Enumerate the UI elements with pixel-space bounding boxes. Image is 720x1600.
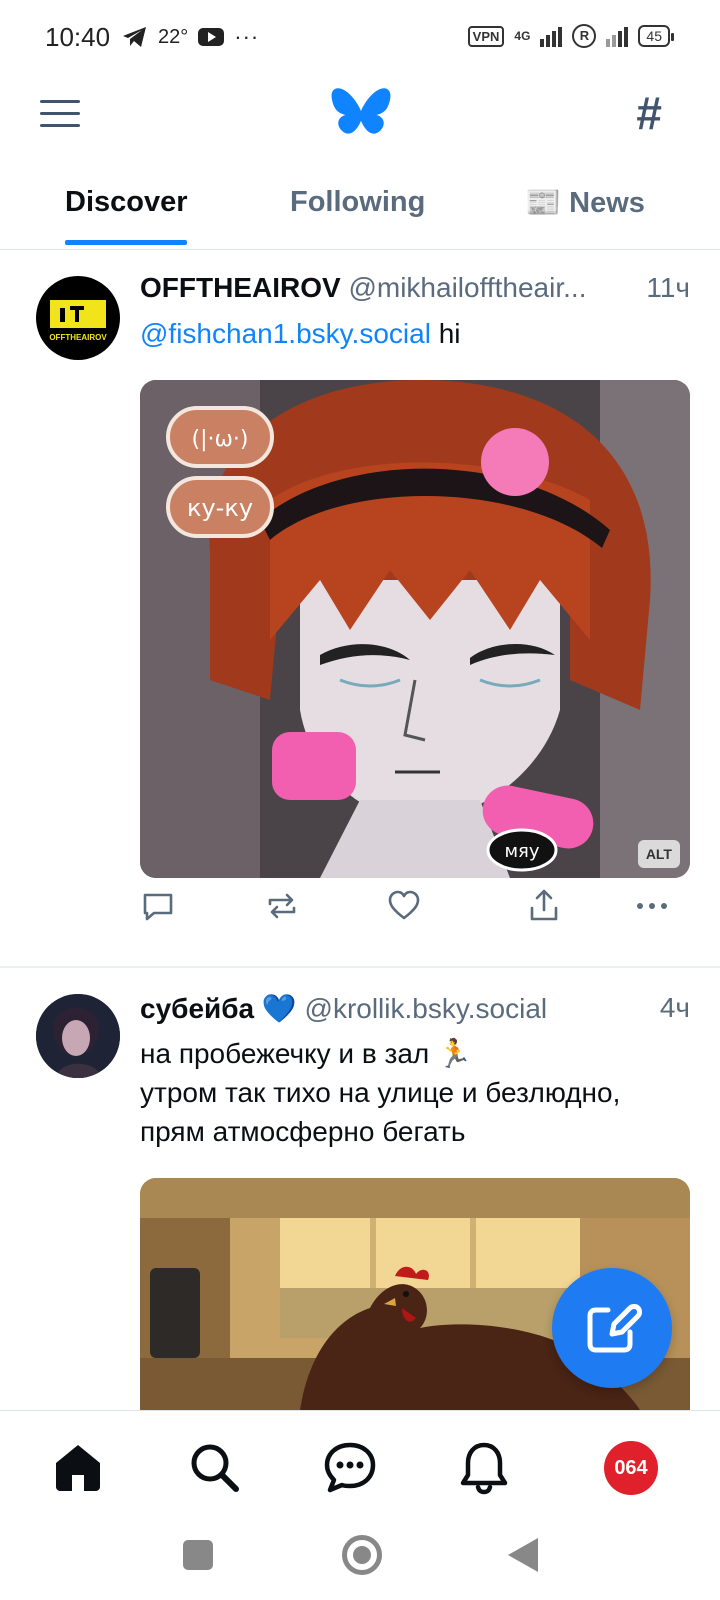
post-text-line: утром так тихо на улице и безлюдно, <box>140 1077 621 1108</box>
share-icon[interactable] <box>526 888 562 924</box>
network-type: 4G <box>514 29 531 43</box>
user-handle[interactable]: @mikhailofftheair... <box>348 272 586 303</box>
status-left-icons: 22° ··· <box>122 24 259 50</box>
search-icon[interactable] <box>186 1439 242 1495</box>
like-icon[interactable] <box>386 888 422 924</box>
tab-news[interactable]: 📰 News <box>525 186 645 220</box>
signal-icon-2 <box>606 25 629 47</box>
back-button[interactable] <box>508 1538 538 1572</box>
reply-icon[interactable] <box>140 888 176 924</box>
status-right-icons: VPN 4G R 45 <box>467 24 674 48</box>
post-divider <box>0 966 720 968</box>
user-handle[interactable]: @krollik.bsky.social <box>305 993 548 1024</box>
compose-button[interactable] <box>552 1268 672 1388</box>
sticker-text: мяу <box>504 841 539 862</box>
post-text: на пробежечку и в зал 🏃 утром так тихо н… <box>140 1034 690 1151</box>
mention-link[interactable]: @fishchan1.bsky.social <box>140 318 431 349</box>
avatar[interactable] <box>36 994 120 1078</box>
roaming-icon: R <box>572 24 597 48</box>
status-time: 10:40 <box>45 22 111 52</box>
display-name[interactable]: субейба 💙 <box>140 993 297 1024</box>
avatar[interactable]: OFFTHEAIROV <box>36 276 120 360</box>
recents-button[interactable] <box>183 1540 213 1570</box>
post-header: OFFTHEAIROV @mikhailofftheair... <box>140 272 690 312</box>
weather-temperature: 22° <box>158 25 189 48</box>
repost-icon[interactable] <box>264 888 300 924</box>
status-bar: 10:40 22° ··· VPN 4G R 45 <box>0 0 720 78</box>
chat-icon[interactable] <box>322 1439 378 1495</box>
hamburger-menu-icon[interactable] <box>38 94 82 134</box>
avatar-logo-text: OFFTHEAIROV <box>49 333 107 342</box>
home-button[interactable] <box>342 1535 382 1575</box>
anime-girl-image: (|·ω·) ку-ку мяу <box>140 380 690 878</box>
youtube-icon <box>198 28 225 46</box>
home-icon[interactable] <box>50 1439 106 1495</box>
post-header: субейба 💙 @krollik.bsky.social <box>140 992 690 1032</box>
post-image[interactable]: (|·ω·) ку-ку мяу ALT <box>140 380 690 878</box>
display-name[interactable]: OFFTHEAIROV <box>140 272 341 303</box>
butterfly-logo-icon <box>331 88 391 134</box>
sticker-text: (|·ω·) <box>192 427 249 452</box>
sticker-text: ку-ку <box>187 494 253 522</box>
feed-tabs: Discover Following 📰 News <box>0 166 720 250</box>
profile-avatar[interactable]: 064 <box>604 1441 658 1495</box>
feed-post[interactable]: OFFTHEAIROV OFFTHEAIROV @mikhailofftheai… <box>0 252 720 964</box>
post-time[interactable]: 4ч <box>660 992 690 1024</box>
tab-discover[interactable]: Discover <box>65 186 188 219</box>
bell-icon[interactable] <box>456 1439 512 1495</box>
alt-text-badge[interactable]: ALT <box>637 840 680 868</box>
post-actions <box>140 888 690 928</box>
app-header: # <box>0 78 720 158</box>
bottom-navigation: 064 <box>0 1410 720 1520</box>
signal-icon <box>540 25 563 47</box>
avatar-image <box>36 994 120 1078</box>
post-time[interactable]: 11ч <box>646 272 690 304</box>
post-text: @fishchan1.bsky.social hi <box>140 314 690 353</box>
vpn-icon: VPN <box>467 25 505 47</box>
status-overflow-icon: ··· <box>234 24 260 49</box>
hash-icon[interactable]: # <box>636 86 662 140</box>
post-text-line: прям атмосферно бегать <box>140 1116 466 1147</box>
post-text-line: на пробежечку и в зал 🏃 <box>140 1038 472 1069</box>
avatar-image: OFFTHEAIROV <box>49 300 107 342</box>
post-body-text: hi <box>430 318 461 349</box>
active-tab-indicator <box>65 240 187 245</box>
telegram-icon <box>123 27 146 47</box>
more-icon[interactable] <box>634 888 670 924</box>
battery-icon: 45 <box>638 25 674 47</box>
compose-icon <box>587 1304 642 1353</box>
system-navigation <box>0 1520 720 1600</box>
tab-following[interactable]: Following <box>290 186 425 219</box>
